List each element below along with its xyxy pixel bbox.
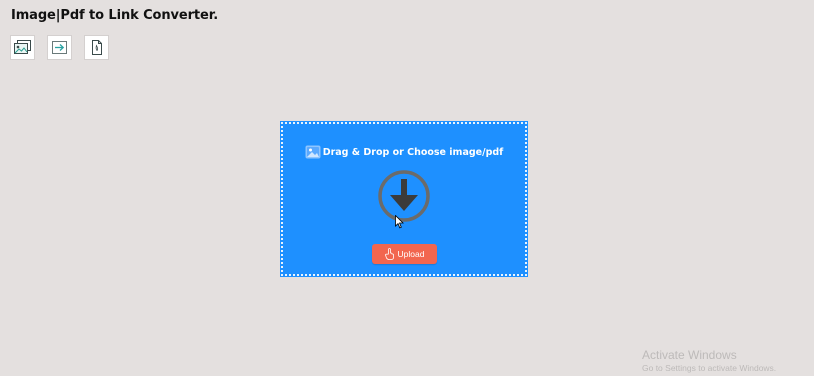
drop-zone-label: Drag & Drop or Choose image/pdf	[322, 146, 504, 158]
page: Image|Pdf to Link Converter. Drag & Drop…	[0, 0, 814, 376]
upload-button-label: Upload	[397, 249, 425, 259]
upload-button[interactable]: Upload	[372, 244, 437, 264]
hand-pointer-icon	[384, 248, 394, 260]
pdf-document-button[interactable]	[84, 35, 109, 60]
windows-activation-watermark: Activate Windows Go to Settings to activ…	[642, 348, 776, 374]
image-gallery-button[interactable]	[10, 35, 35, 60]
mouse-cursor-icon	[395, 215, 404, 229]
watermark-title: Activate Windows	[642, 348, 737, 362]
image-icon	[305, 145, 321, 159]
page-title: Image|Pdf to Link Converter.	[11, 8, 219, 23]
arrow-right-icon	[52, 41, 67, 54]
tool-icon-bar	[10, 35, 109, 60]
pdf-document-icon	[92, 40, 102, 55]
arrow-right-button[interactable]	[47, 35, 72, 60]
download-arrow-icon[interactable]	[378, 170, 430, 222]
image-gallery-icon	[14, 40, 31, 54]
watermark-subtitle: Go to Settings to activate Windows.	[642, 363, 777, 373]
drop-zone-header: Drag & Drop or Choose image/pdf	[283, 144, 525, 160]
file-drop-zone[interactable]: Drag & Drop or Choose image/pdf Upload	[280, 121, 528, 277]
